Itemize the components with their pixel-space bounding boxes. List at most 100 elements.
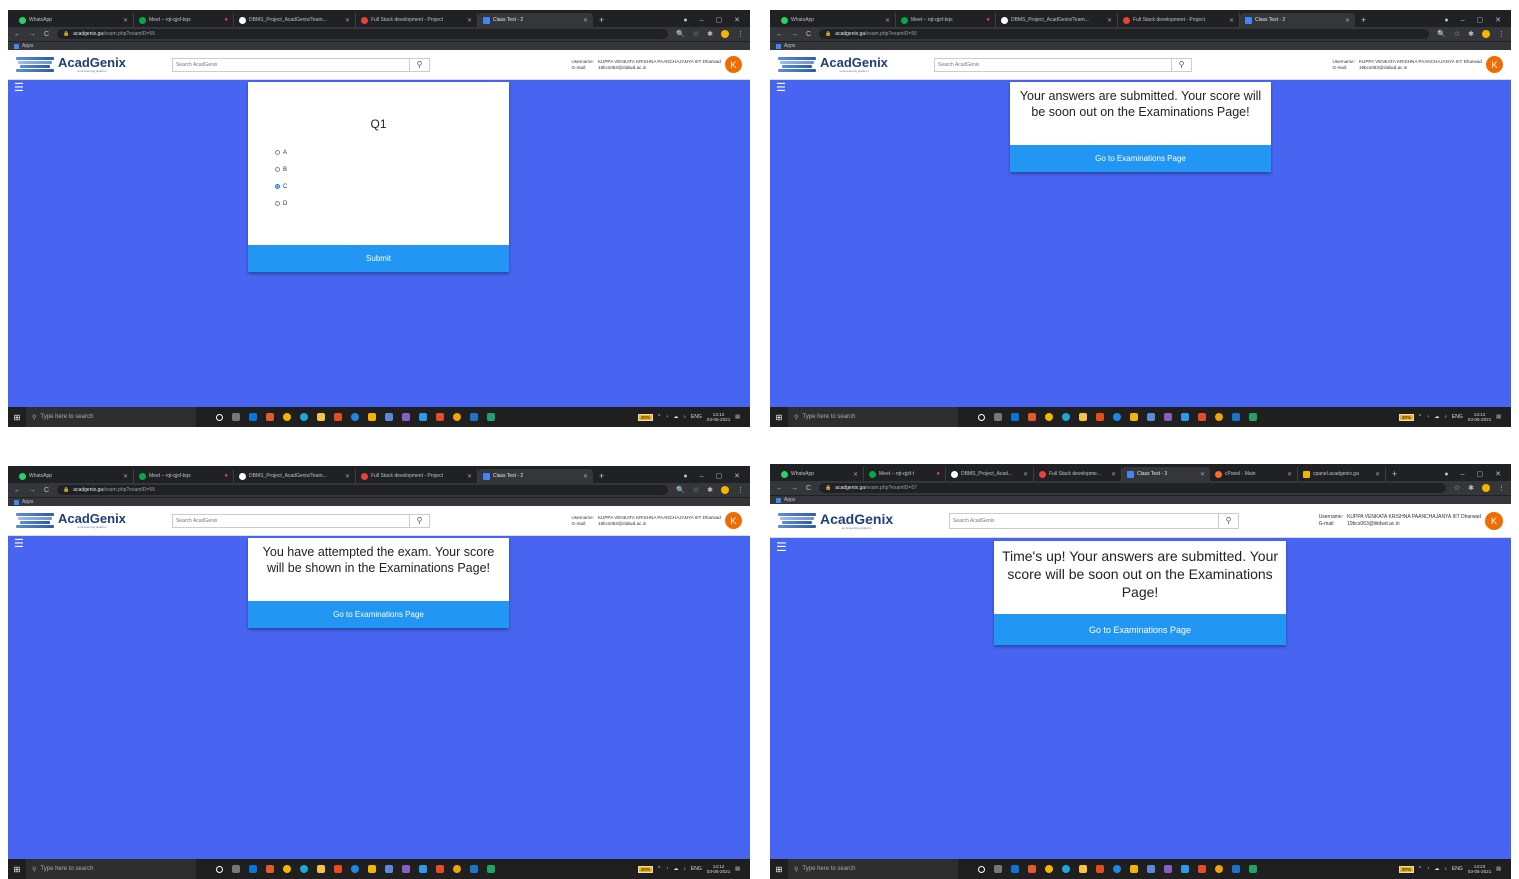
acadgenix-logo[interactable]: AcadGenix an E-learning platform (16, 55, 166, 75)
close-window-icon[interactable]: ✕ (734, 472, 740, 480)
windows-start-icon[interactable]: ⊞ (770, 865, 788, 874)
volume-icon[interactable]: ♪ (1444, 866, 1447, 872)
tray-chevron-icon[interactable]: ^ (1419, 414, 1421, 420)
close-tab-icon[interactable]: ✕ (1107, 17, 1112, 24)
app-icon[interactable] (1130, 865, 1138, 873)
new-tab-button[interactable]: + (593, 469, 610, 483)
close-tab-icon[interactable]: ✕ (1229, 17, 1234, 24)
radio-c[interactable] (275, 184, 280, 189)
browser-tab[interactable]: Full Stack development - Project ✕ (356, 469, 478, 483)
office-icon[interactable] (334, 413, 342, 421)
browser-tab[interactable]: WhatsApp ✕ (14, 13, 134, 27)
app-icon[interactable] (436, 413, 444, 421)
extensions-icon[interactable]: ✱ (707, 30, 713, 38)
reload-icon[interactable]: C (44, 487, 49, 494)
task-view-icon[interactable] (994, 865, 1002, 873)
vscode-icon[interactable] (419, 865, 427, 873)
apps-grid-icon[interactable] (776, 43, 781, 49)
wifi-icon[interactable]: ◔ (665, 414, 668, 420)
office-icon[interactable] (334, 865, 342, 873)
option-c[interactable]: C (275, 183, 509, 190)
maximize-icon[interactable]: ▢ (716, 472, 723, 480)
notifications-icon[interactable]: ▤ (735, 414, 740, 420)
app-icon[interactable] (436, 865, 444, 873)
app-icon[interactable] (470, 413, 478, 421)
explorer-icon[interactable] (1079, 413, 1087, 421)
app-icon[interactable] (1113, 865, 1121, 873)
browser-tab[interactable]: Full Stack developme... ✕ (1034, 467, 1122, 481)
wifi-icon[interactable]: ◔ (665, 866, 668, 872)
close-tab-icon[interactable]: ✕ (1345, 17, 1350, 24)
chrome-icon[interactable] (1045, 865, 1053, 873)
option-b[interactable]: B (275, 166, 509, 173)
app-icon[interactable] (1113, 413, 1121, 421)
explorer-icon[interactable] (317, 865, 325, 873)
vs-icon[interactable] (402, 413, 410, 421)
explorer-icon[interactable] (1079, 865, 1087, 873)
minimize-icon[interactable]: – (700, 17, 704, 24)
taskbar-clock[interactable]: 14:23 03-05-2021 (1468, 864, 1492, 875)
office-icon[interactable] (1096, 413, 1104, 421)
browser-tab[interactable]: DBMS_Project_AcadGenix/Team... ✕ (234, 13, 356, 27)
hamburger-menu-icon[interactable]: ☰ (776, 83, 786, 94)
browser-tab-active[interactable]: Class Test - 3 ✕ (1122, 467, 1210, 481)
windows-start-icon[interactable]: ⊞ (770, 413, 788, 422)
chrome-icon[interactable] (283, 413, 291, 421)
option-a[interactable]: A (275, 149, 509, 156)
browser-tab[interactable]: Meet – rqt-qjsf-t ● (864, 467, 946, 481)
tray-chevron-icon[interactable]: ^ (658, 414, 660, 420)
app-icon[interactable] (1028, 865, 1036, 873)
app-icon[interactable] (1147, 865, 1155, 873)
close-window-icon[interactable]: ✕ (1495, 16, 1501, 24)
cortana-icon[interactable] (978, 865, 985, 873)
close-tab-icon[interactable]: ✕ (1200, 471, 1205, 478)
forward-icon[interactable]: → (791, 485, 798, 492)
app-icon[interactable] (266, 865, 274, 873)
profile-icon[interactable]: ● (1444, 17, 1448, 24)
vs-icon[interactable] (1164, 413, 1172, 421)
new-tab-button[interactable]: + (593, 13, 610, 27)
volume-icon[interactable]: ♪ (683, 414, 686, 420)
vscode-icon[interactable] (419, 413, 427, 421)
edge-icon[interactable] (300, 413, 308, 421)
forward-icon[interactable]: → (791, 31, 798, 38)
menu-dots-icon[interactable]: ⋮ (1498, 484, 1505, 492)
taskbar-search[interactable]: ⚲ Type here to search (788, 859, 958, 879)
store-icon[interactable] (1011, 865, 1019, 873)
search-icon[interactable]: ⚲ (409, 514, 429, 527)
taskbar-clock[interactable]: 14:12 03-05-2021 (707, 412, 731, 423)
extensions-icon[interactable]: ✱ (1468, 30, 1474, 38)
browser-tab[interactable]: WhatsApp ✕ (776, 13, 896, 27)
apps-grid-icon[interactable] (14, 43, 19, 49)
vs-icon[interactable] (1164, 865, 1172, 873)
excel-icon[interactable] (487, 865, 495, 873)
search-icon[interactable]: ⚲ (1171, 58, 1191, 71)
task-view-icon[interactable] (994, 413, 1002, 421)
zoom-icon[interactable]: 🔍 (1437, 30, 1446, 38)
forward-icon[interactable]: → (29, 487, 36, 494)
app-icon[interactable] (1232, 865, 1240, 873)
browser-tab[interactable]: Meet – rqt-qjsf-bqs ● (134, 13, 234, 27)
app-icon[interactable] (1215, 413, 1223, 421)
reload-icon[interactable]: C (806, 485, 811, 492)
browser-tab[interactable]: WhatsApp ✕ (14, 469, 134, 483)
search-icon[interactable]: ⚲ (409, 58, 429, 71)
tray-chevron-icon[interactable]: ^ (1419, 866, 1421, 872)
search-input[interactable]: Search AcadGenix (173, 518, 409, 524)
acadgenix-logo[interactable]: AcadGenix an E-learning platform (16, 511, 166, 531)
explorer-icon[interactable] (317, 413, 325, 421)
new-tab-button[interactable]: + (1386, 467, 1403, 481)
site-search[interactable]: Search AcadGenix ⚲ (172, 57, 430, 72)
task-view-icon[interactable] (232, 413, 240, 421)
zoom-icon[interactable]: 🔍 (676, 486, 685, 494)
vscode-icon[interactable] (1181, 413, 1189, 421)
office-icon[interactable] (1096, 865, 1104, 873)
back-icon[interactable]: ← (776, 485, 783, 492)
app-icon[interactable] (368, 865, 376, 873)
battery-indicator[interactable]: 20% (1398, 865, 1415, 873)
close-tab-icon[interactable]: ✕ (1287, 471, 1292, 478)
taskbar-search[interactable]: ⚲ Type here to search (26, 407, 196, 427)
excel-icon[interactable] (1249, 865, 1257, 873)
search-icon[interactable]: ⚲ (1218, 513, 1238, 528)
browser-tab[interactable]: Meet – rqt-qjsf-bqs ● (896, 13, 996, 27)
